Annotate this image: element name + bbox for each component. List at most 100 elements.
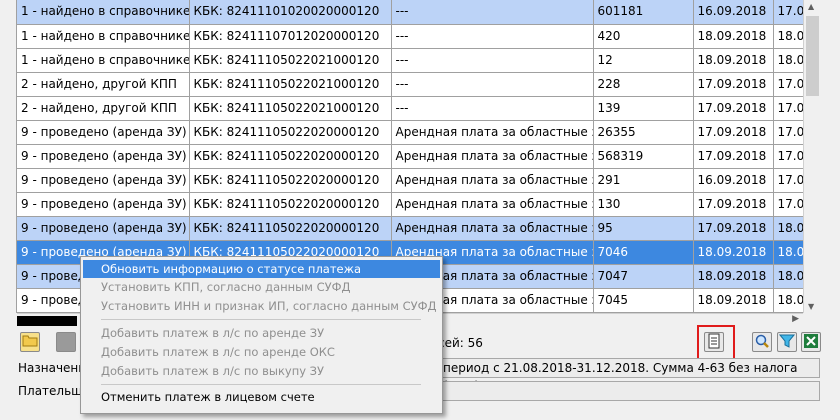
cell-purpose: Арендная плата за областные зем <box>391 120 594 145</box>
cell-date2: 17.09. <box>773 120 803 145</box>
cell-date1: 17.09.2018 <box>693 216 774 241</box>
menu-item-add-land-buyout[interactable]: Добавить платеж в л/с по выкупу ЗУ <box>83 362 440 380</box>
cell-date2: 18.09. <box>773 288 803 313</box>
cell-date1: 18.09.2018 <box>693 240 774 265</box>
cell-date2: 18.09. <box>773 24 803 49</box>
cell-kbk: КБК: 82411105022020000120 <box>189 168 392 193</box>
cell-purpose: Арендная плата за областные зем <box>391 216 594 241</box>
cell-num: 95 <box>593 216 694 241</box>
cell-date2: 17.09. <box>773 192 803 217</box>
row-header-strip <box>0 0 17 313</box>
cell-date2: 17.09. <box>773 144 803 169</box>
gray-square-icon[interactable] <box>56 332 76 352</box>
cell-kbk: КБК: 82411105022020000120 <box>189 144 392 169</box>
search-icon[interactable] <box>752 332 772 352</box>
cell-date1: 18.09.2018 <box>693 24 774 49</box>
cell-num: 7045 <box>593 288 694 313</box>
cell-status: 1 - найдено в справочнике <box>17 24 190 49</box>
cell-kbk: КБК: 82411105022020000120 <box>189 120 392 145</box>
cell-date1: 17.09.2018 <box>693 96 774 121</box>
cell-purpose: Арендная плата за областные зем <box>391 192 594 217</box>
menu-item-set-inn[interactable]: Установить ИНН и признак ИП, согласно да… <box>83 297 440 315</box>
cell-date2: 18.09. <box>773 240 803 265</box>
table-row[interactable]: 1 - найдено в справочнике КБК: 8241110502… <box>17 48 803 73</box>
table-row[interactable]: 9 - проведено (аренда ЗУ)КБК: 8241110502… <box>17 168 803 193</box>
cell-num: 228 <box>593 72 694 97</box>
cell-date1: 17.09.2018 <box>693 72 774 97</box>
cell-status: 9 - проведено (аренда ЗУ) <box>17 192 190 217</box>
cell-date2: 17.09. <box>773 168 803 193</box>
menu-item-cancel-payment[interactable]: Отменить платеж в лицевом счете <box>83 388 440 406</box>
cell-num: 12 <box>593 48 694 73</box>
horizontal-scroll-thumb[interactable] <box>17 316 77 326</box>
cell-kbk: КБК: 82411105022021000120 <box>189 72 392 97</box>
cell-purpose: --- <box>391 72 594 97</box>
cell-status: 9 - проведено (аренда ЗУ) <box>17 216 190 241</box>
cell-date1: 16.09.2018 <box>693 0 774 25</box>
cell-status: 9 - проведено (аренда ЗУ) <box>17 144 190 169</box>
table-row[interactable]: 9 - проведено (аренда ЗУ)КБК: 8241110502… <box>17 192 803 217</box>
menu-separator <box>101 319 421 320</box>
cell-purpose: --- <box>391 48 594 73</box>
cell-date2: 17.09. <box>773 72 803 97</box>
cell-status: 1 - найдено в справочнике <box>17 48 190 73</box>
cell-num: 420 <box>593 24 694 49</box>
cell-date2: 18.09. <box>773 216 803 241</box>
cell-status: 1 - найдено в справочнике <box>17 0 190 25</box>
context-menu: Обновить информацию о статусе платежа Ус… <box>80 256 443 414</box>
cell-num: 601181 <box>593 0 694 25</box>
purpose-label: Назначени <box>18 361 87 375</box>
table-row[interactable]: 9 - проведено (аренда ЗУ)КБК: 8241110502… <box>17 216 803 241</box>
report-button-highlight <box>697 325 735 360</box>
cell-purpose: Арендная плата за областные зем <box>391 168 594 193</box>
cell-status: 2 - найдено, другой КПП <box>17 96 190 121</box>
payer-label: Плательщ <box>18 384 83 398</box>
folder-icon[interactable] <box>20 332 40 352</box>
cell-date1: 17.09.2018 <box>693 144 774 169</box>
vertical-scrollbar[interactable]: ▲ ▼ <box>803 0 820 313</box>
record-count: сей: 56 <box>438 336 483 350</box>
cell-purpose: --- <box>391 96 594 121</box>
cell-date1: 18.09.2018 <box>693 264 774 289</box>
cell-status: 9 - проведено (аренда ЗУ) <box>17 120 190 145</box>
cell-date1: 18.09.2018 <box>693 48 774 73</box>
table-row[interactable]: 1 - найдено в справочнике КБК: 8241110701… <box>17 24 803 49</box>
cell-status: 2 - найдено, другой КПП <box>17 72 190 97</box>
menu-item-add-oks-rent[interactable]: Добавить платеж в л/с по аренде ОКС <box>83 343 440 361</box>
table-row[interactable]: 2 - найдено, другой КПП КБК: 824111050220… <box>17 96 803 121</box>
cell-kbk: КБК: 82411107012020000120 <box>189 24 392 49</box>
menu-item-set-kpp[interactable]: Установить КПП, согласно данным СУФД <box>83 278 440 296</box>
scroll-up-icon[interactable]: ▲ <box>808 2 814 11</box>
cell-num: 291 <box>593 168 694 193</box>
excel-icon[interactable] <box>801 332 821 352</box>
cell-num: 139 <box>593 96 694 121</box>
menu-item-add-land-rent[interactable]: Добавить платеж в л/с по аренде ЗУ <box>83 324 440 342</box>
cell-purpose: --- <box>391 0 594 25</box>
cell-date2: 17.09. <box>773 0 803 25</box>
cell-date1: 17.09.2018 <box>693 192 774 217</box>
payer-field[interactable] <box>438 381 820 401</box>
cell-purpose: --- <box>391 24 594 49</box>
scroll-right-icon[interactable]: ▶ <box>792 314 799 324</box>
cell-status: 9 - проведено (аренда ЗУ) <box>17 168 190 193</box>
cell-date1: 18.09.2018 <box>693 288 774 313</box>
cell-kbk: КБК: 82411105022021000120 <box>189 96 392 121</box>
menu-item-refresh-status[interactable]: Обновить информацию о статусе платежа <box>83 260 440 278</box>
purpose-field[interactable]: период с 21.08.2018-31.12.2018. Сумма 4-… <box>438 358 820 393</box>
filter-icon[interactable] <box>777 332 797 352</box>
table-row[interactable]: 2 - найдено, другой КПП КБК: 824111050220… <box>17 72 803 97</box>
cell-num: 7046 <box>593 240 694 265</box>
table-row[interactable]: 9 - проведено (аренда ЗУ)КБК: 8241110502… <box>17 144 803 169</box>
cell-kbk: КБК: 82411105022020000120 <box>189 192 392 217</box>
cell-num: 130 <box>593 192 694 217</box>
scroll-down-icon[interactable]: ▼ <box>808 302 814 311</box>
cell-date1: 16.09.2018 <box>693 168 774 193</box>
vertical-scroll-thumb[interactable] <box>806 16 819 96</box>
cell-date2: 17.09. <box>773 96 803 121</box>
table-row[interactable]: 1 - найдено в справочнике КБК: 8241110102… <box>17 0 803 25</box>
table-row[interactable]: 9 - проведено (аренда ЗУ)КБК: 8241110502… <box>17 120 803 145</box>
cell-date2: 18.09. <box>773 264 803 289</box>
cell-num: 26355 <box>593 120 694 145</box>
menu-separator <box>101 384 421 385</box>
cell-kbk: КБК: 82411105022020000120 <box>189 216 392 241</box>
